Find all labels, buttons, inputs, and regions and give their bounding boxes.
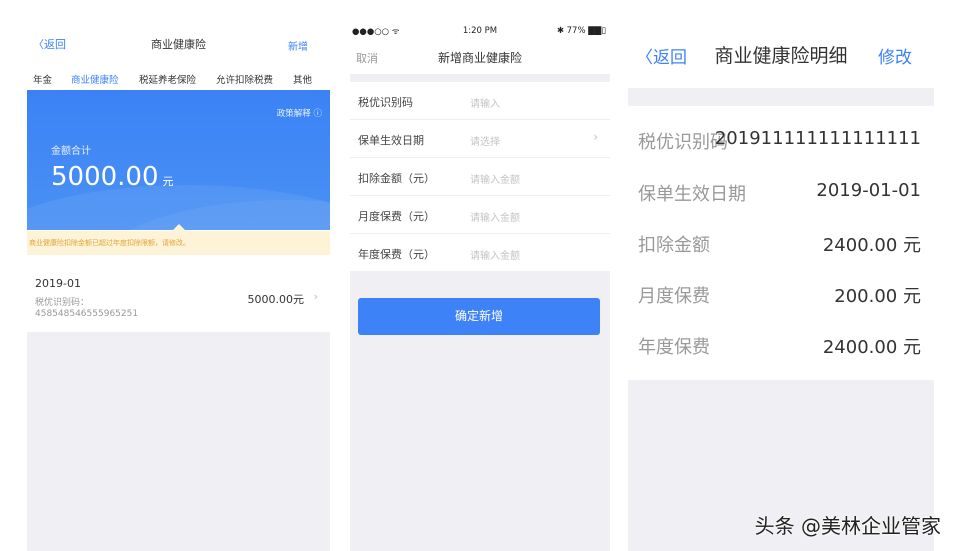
category-tabs: 年金 商业健康险 税延养老保险 允许扣除税费 其他 [27, 72, 330, 88]
tax-id-input[interactable]: 请输入 [470, 95, 500, 110]
item-date: 2019-01 [35, 277, 81, 290]
detail-value: 2400.00 元 [822, 337, 921, 358]
detail-value: 2400.00 元 [822, 235, 921, 256]
detail-row-tax-id: 税优识别码 201911111111111111 [628, 120, 934, 160]
tab-allowed-deduction[interactable]: 允许扣除税费 [216, 72, 273, 86]
detail-value: 201911111111111111 [714, 128, 921, 149]
detail-value: 2019-01-01 [816, 180, 921, 201]
deduction-amount-field[interactable]: 扣除金额（元） 请输入金额 [350, 158, 610, 196]
tab-commercial-health[interactable]: 商业健康险 [71, 72, 119, 86]
chevron-right-icon: › [593, 130, 598, 144]
effective-date-field[interactable]: 保单生效日期 请选择 › [350, 120, 610, 158]
detail-row-deduction: 扣除金额 2400.00 元 [628, 223, 934, 263]
effective-date-select[interactable]: 请选择 [470, 133, 500, 148]
detail-row-effective-date: 保单生效日期 2019-01-01 [628, 172, 934, 212]
commercial-health-list-screen: 〈返回 商业健康险 新增 年金 商业健康险 税延养老保险 允许扣除税费 其他 政… [27, 0, 330, 551]
monthly-premium-field[interactable]: 月度保费（元） 请输入金额 [350, 196, 610, 234]
watermark: 头条 @美林企业管家 [754, 514, 941, 538]
page-title: 商业健康险 [151, 38, 206, 51]
total-banner: 政策解释 ⓘ 金额合计 5000.00 元 [27, 90, 330, 230]
tab-other[interactable]: 其他 [293, 72, 312, 86]
detail-label: 年度保费 [638, 337, 710, 358]
annual-premium-input[interactable]: 请输入金额 [470, 247, 520, 262]
total-label: 金额合计 [51, 146, 91, 157]
edit-button[interactable]: 修改 [878, 43, 912, 68]
empty-area [27, 332, 330, 551]
total-amount: 5000.00 元 [51, 162, 174, 192]
tax-id-field[interactable]: 税优识别码 请输入 [350, 82, 610, 120]
detail-value: 200.00 元 [834, 286, 921, 307]
detail-label: 保单生效日期 [638, 184, 746, 205]
battery-icon: ✱ 77% ▇▇▯ [556, 26, 606, 36]
item-id-value: 458548546555965251 [35, 309, 139, 319]
field-label: 年度保费（元） [358, 248, 435, 261]
tab-tax-deferred-pension[interactable]: 税延养老保险 [139, 72, 196, 86]
divider [628, 88, 934, 106]
detail-label: 扣除金额 [638, 235, 710, 256]
detail-list: 税优识别码 201911111111111111 保单生效日期 2019-01-… [628, 106, 934, 380]
item-amount: 5000.00元 [247, 293, 305, 306]
status-bar: ●●●○○ ᯤ 1:20 PM ✱ 77% ▇▇▯ [350, 0, 610, 42]
add-commercial-health-screen: ●●●○○ ᯤ 1:20 PM ✱ 77% ▇▇▯ 取消 新增商业健康险 税优识… [350, 0, 610, 551]
nav-bar: 〈返回 商业健康险明细 修改 [628, 0, 934, 88]
confirm-add-button[interactable]: 确定新增 [358, 298, 600, 335]
add-form: 税优识别码 请输入 保单生效日期 请选择 › 扣除金额（元） 请输入金额 月度保… [350, 82, 610, 271]
field-label: 月度保费（元） [358, 210, 435, 223]
field-label: 扣除金额（元） [358, 172, 435, 185]
nav-bar: 取消 新增商业健康险 [350, 42, 610, 74]
monthly-premium-input[interactable]: 请输入金额 [470, 209, 520, 224]
deduction-amount-input[interactable]: 请输入金额 [470, 171, 520, 186]
list-item[interactable]: 2019-01 税优识别码： 458548546555965251 5000.0… [27, 265, 330, 331]
tab-annuity[interactable]: 年金 [33, 72, 52, 86]
limit-warning-notice: 商业健康险扣除金额已超过年度扣除限额，请修改。 [27, 231, 330, 255]
field-label: 税优识别码 [358, 96, 413, 109]
commercial-health-detail-screen: 〈返回 商业健康险明细 修改 税优识别码 201911111111111111 … [628, 0, 934, 551]
detail-label: 月度保费 [638, 286, 710, 307]
policy-explanation-link[interactable]: 政策解释 ⓘ [277, 107, 322, 119]
notice-pointer [172, 224, 186, 231]
detail-row-annual-premium: 年度保费 2400.00 元 [628, 325, 934, 365]
page-title: 新增商业健康险 [437, 51, 522, 65]
item-id-label: 税优识别码： [35, 298, 90, 308]
detail-row-monthly-premium: 月度保费 200.00 元 [628, 274, 934, 314]
nav-bar: 〈返回 商业健康险 新增 [27, 0, 330, 62]
chevron-right-icon: › [313, 290, 318, 303]
annual-premium-field[interactable]: 年度保费（元） 请输入金额 [350, 234, 610, 271]
field-label: 保单生效日期 [358, 134, 424, 147]
new-button[interactable]: 新增 [288, 38, 308, 53]
